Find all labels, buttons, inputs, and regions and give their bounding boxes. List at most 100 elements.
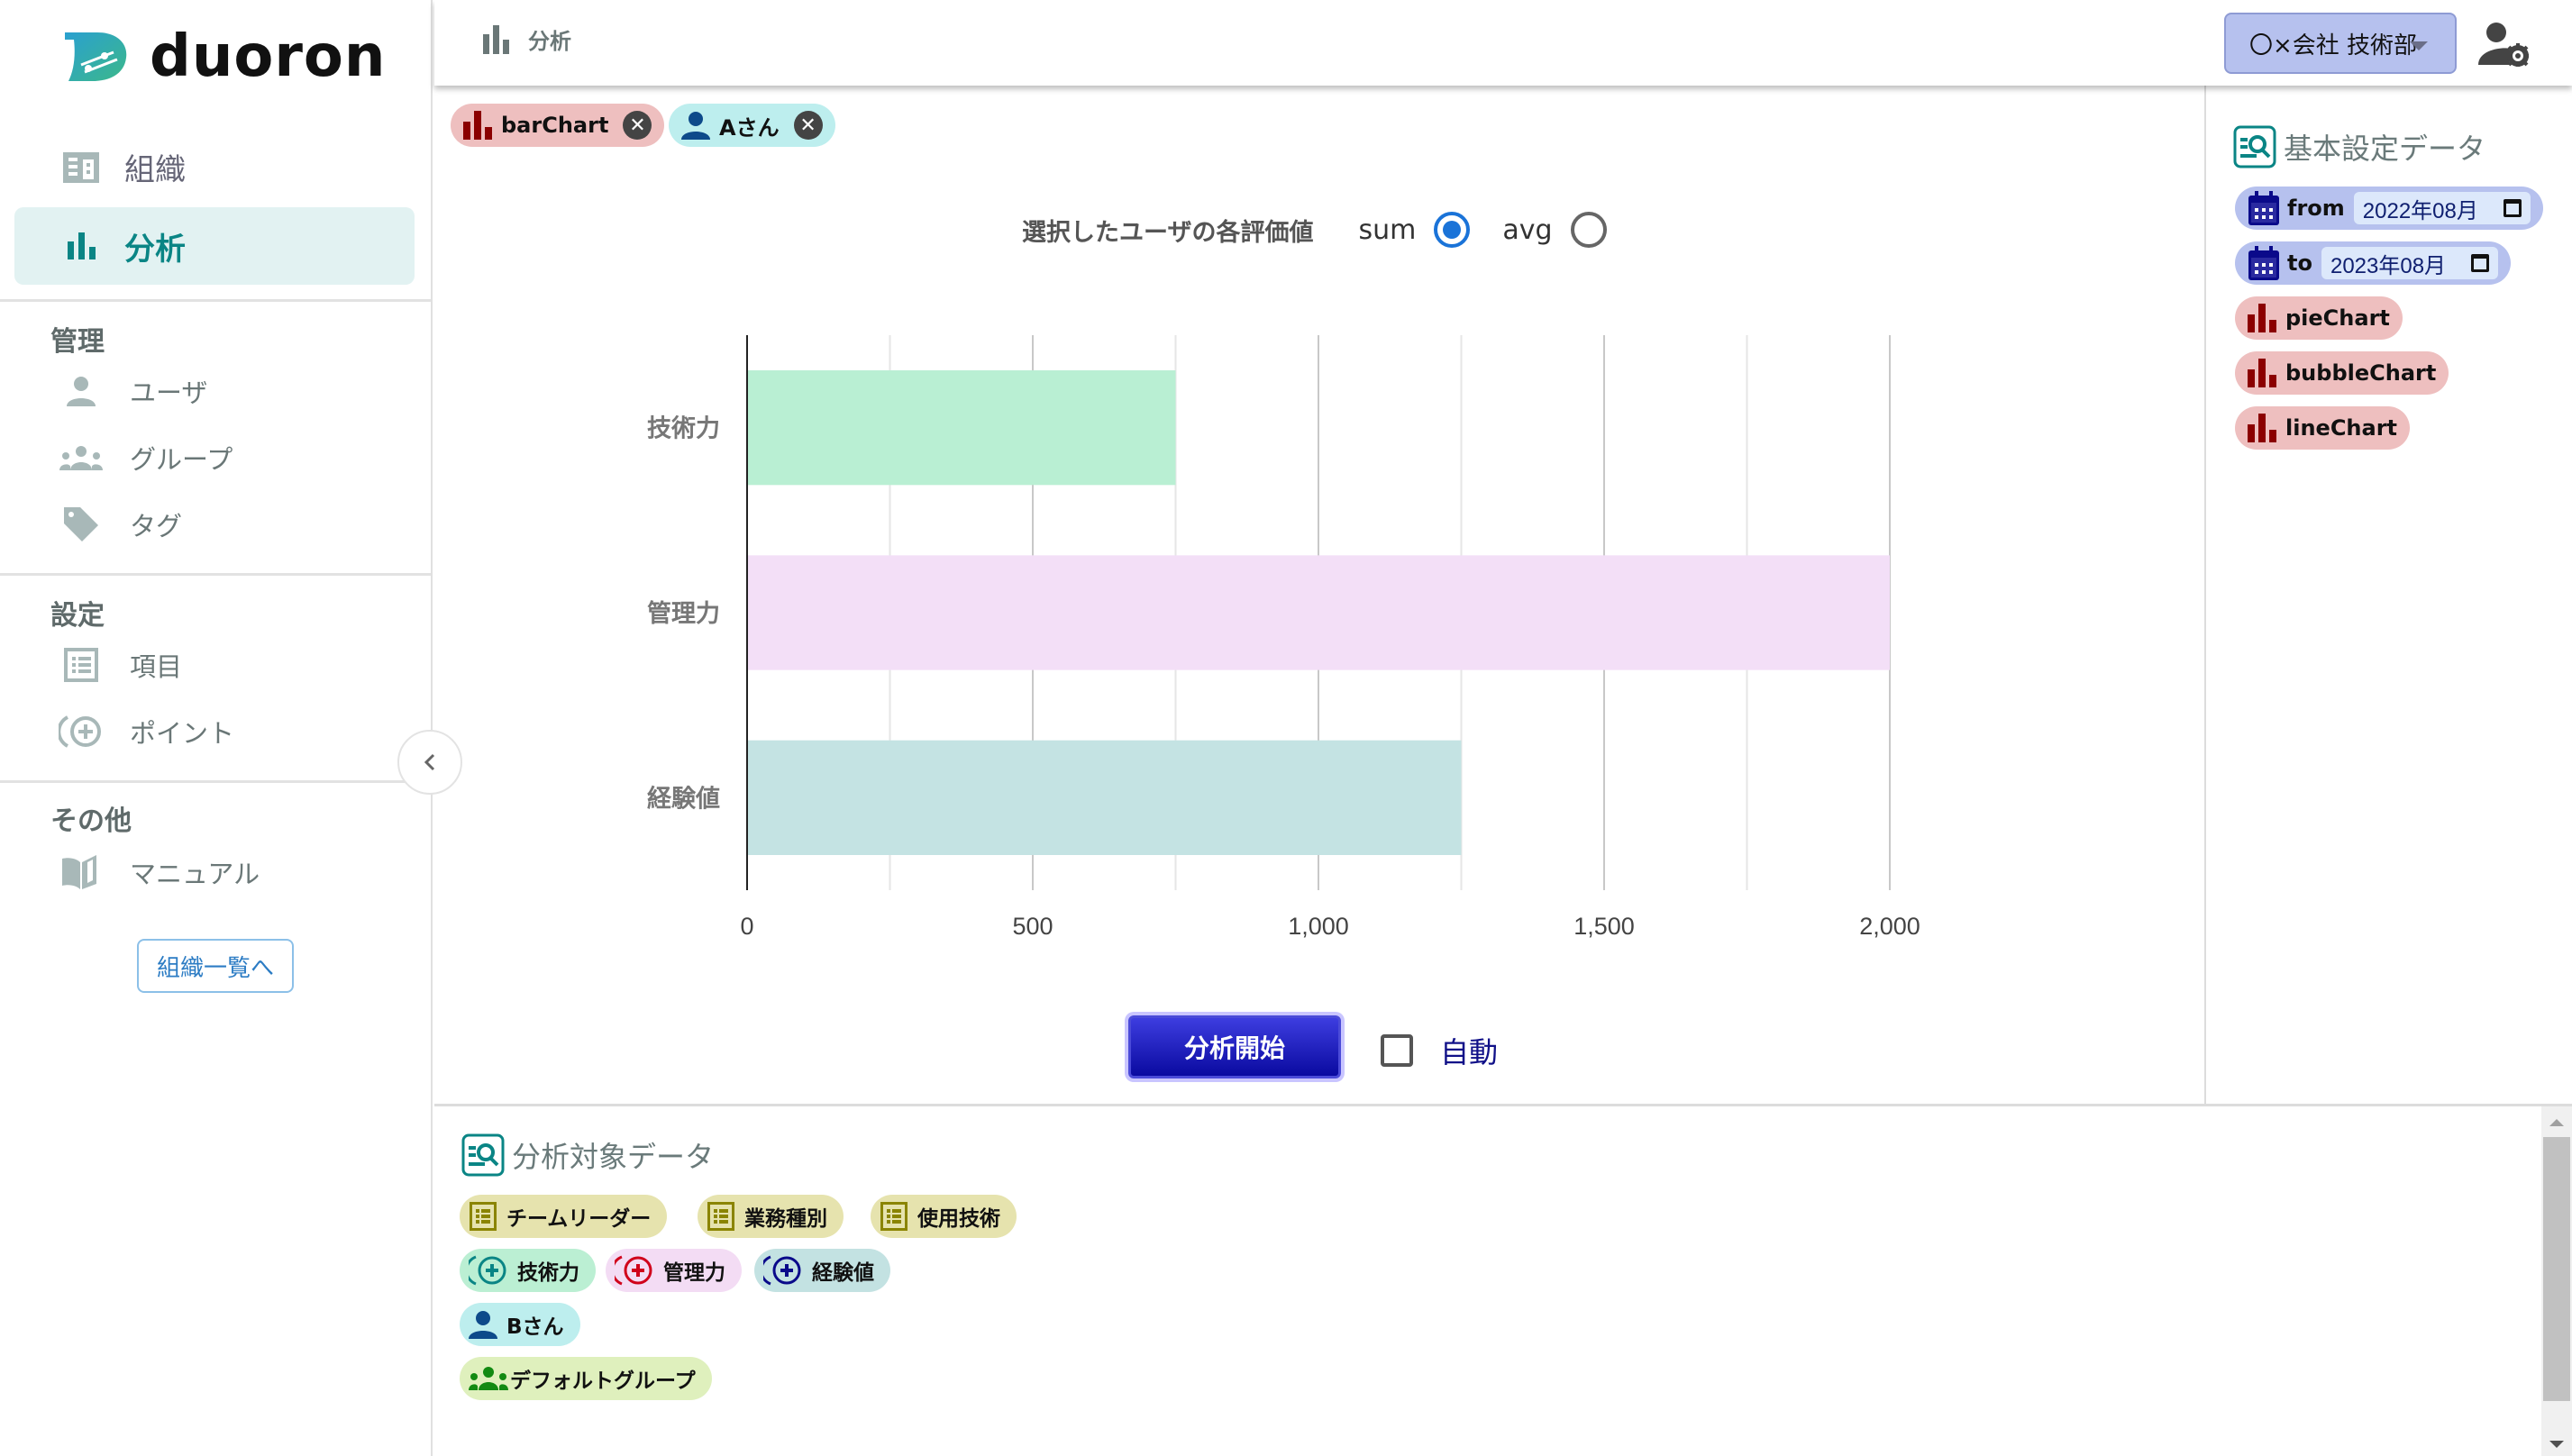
bar-0 [747, 370, 1176, 486]
duoron-logo-icon [65, 32, 127, 81]
data-search-icon [2233, 125, 2276, 168]
chart-chip-bubble[interactable]: bubbleChart [2235, 351, 2449, 395]
point-chip[interactable]: 技術力 [460, 1249, 596, 1292]
user-settings-icon[interactable] [2478, 22, 2529, 67]
bar-chart-icon [483, 24, 509, 54]
chip-label: pieChart [2285, 305, 2390, 331]
section-title-other: その他 [50, 805, 132, 837]
analysis-target-panel: 分析対象データ チームリーダー 業務種別 使用技術 技術力 管理力 経験値 Bさ… [434, 1104, 2572, 1456]
sidebar-item-groups[interactable]: グループ [54, 431, 233, 485]
data-search-icon [461, 1133, 505, 1177]
scrollbar-thumb[interactable] [2543, 1137, 2570, 1401]
chip-label: デフォルトグループ [510, 1370, 696, 1393]
point-chip[interactable]: 管理力 [606, 1249, 742, 1292]
item-chip[interactable]: チームリーダー [460, 1195, 668, 1238]
x-tick-label: 2,000 [1859, 913, 1920, 940]
vertical-scrollbar[interactable] [2541, 1106, 2572, 1456]
x-tick-label: 1,500 [1573, 913, 1635, 940]
sidebar-item-points[interactable]: ポイント [54, 705, 234, 759]
app-root: duoron 組織 分析 管理 ユーザ グループ タグ 設定 項目 ポイント そ… [0, 0, 2572, 1456]
page-title: 分析 [481, 23, 571, 55]
point-icon [54, 710, 108, 753]
panel-title: 基本設定データ [2233, 125, 2485, 168]
y-category-label: 経験値 [647, 784, 720, 813]
sidebar-item-label: タグ [130, 511, 183, 541]
sidebar-collapse-button[interactable] [397, 730, 462, 795]
user-chip[interactable]: Bさん [460, 1303, 580, 1346]
calendar-picker-icon[interactable] [2471, 254, 2490, 272]
x-tick-label: 500 [1012, 913, 1053, 940]
sidebar-item-organization[interactable]: 組織 [14, 128, 415, 205]
to-label: to [2287, 250, 2312, 276]
bar-chart-icon [61, 226, 101, 266]
bar-2 [747, 740, 1462, 855]
chip-label: チームリーダー [506, 1207, 652, 1231]
sidebar-item-label: 分析 [124, 231, 186, 268]
point-icon [763, 1255, 803, 1286]
bar-chart-icon [2248, 304, 2276, 332]
group-chip[interactable]: デフォルトグループ [460, 1357, 712, 1400]
org-list-button[interactable]: 組織一覧へ [137, 939, 294, 993]
sidebar-item-label: 項目 [130, 651, 183, 682]
chip-label: lineChart [2285, 415, 2398, 441]
scroll-down-arrow-icon[interactable] [2549, 1441, 2564, 1448]
chip-label: 使用技術 [917, 1207, 1000, 1231]
page-title-text: 分析 [528, 29, 571, 54]
list-icon [707, 1202, 735, 1231]
sidebar-item-tags[interactable]: タグ [54, 497, 182, 551]
tag-icon [54, 503, 108, 546]
sidebar-item-analysis[interactable]: 分析 [14, 207, 415, 285]
chip-label: 管理力 [663, 1261, 725, 1285]
chip-label: Bさん [506, 1315, 564, 1339]
group-icon [54, 436, 108, 479]
chart-chip-pie[interactable]: pieChart [2235, 296, 2403, 340]
list-icon [880, 1202, 908, 1231]
section-title-settings: 設定 [50, 600, 105, 632]
y-category-label: 技術力 [647, 415, 720, 443]
sidebar-item-fields[interactable]: 項目 [54, 638, 182, 692]
sidebar-item-label: ポイント [130, 718, 235, 749]
logo[interactable]: duoron [61, 23, 386, 90]
to-date-chip: to 2023年08月 [2235, 241, 2512, 285]
to-date-input[interactable]: 2023年08月 [2321, 247, 2499, 279]
from-date-input[interactable]: 2022年08月 [2353, 192, 2531, 224]
user-icon [54, 369, 108, 413]
divider [0, 780, 431, 783]
auto-label: 自動 [1440, 1035, 1499, 1069]
user-icon [469, 1310, 497, 1339]
start-analysis-button[interactable]: 分析開始 [1128, 1015, 1341, 1078]
list-icon [54, 643, 108, 687]
bar-chart-icon [2248, 414, 2276, 442]
chip-label: 業務種別 [744, 1207, 827, 1231]
scroll-up-arrow-icon[interactable] [2549, 1119, 2564, 1126]
checkbox-box[interactable] [1381, 1034, 1413, 1067]
panel-title-text: 基本設定データ [2284, 132, 2486, 166]
bar-1 [747, 555, 1890, 670]
auto-checkbox[interactable]: 自動 [1381, 1030, 1498, 1071]
item-chip[interactable]: 業務種別 [698, 1195, 844, 1238]
calendar-picker-icon[interactable] [2503, 199, 2522, 217]
item-chip[interactable]: 使用技術 [871, 1195, 1017, 1238]
bar-chart: 0 500 1,000 1,500 2,000 技術力 管理力 経験値 [434, 86, 2204, 1104]
x-tick-label: 0 [740, 913, 753, 940]
group-icon [469, 1364, 508, 1393]
point-icon [469, 1255, 508, 1286]
sidebar-item-manual[interactable]: マニュアル [54, 845, 260, 899]
from-date-value: 2022年08月 [2362, 198, 2478, 223]
panel-title: 分析対象データ [461, 1133, 714, 1177]
basic-settings-panel: 基本設定データ from 2022年08月 to 2023年08月 pieCha… [2204, 86, 2572, 1104]
from-label: from [2287, 196, 2345, 221]
book-icon [54, 851, 108, 894]
divider [0, 299, 431, 302]
bar-chart-svg: 0 500 1,000 1,500 2,000 技術力管理力経験値 [647, 335, 1920, 940]
sidebar-item-users[interactable]: ユーザ [54, 364, 207, 418]
point-chip[interactable]: 経験値 [754, 1249, 890, 1292]
chart-chip-line[interactable]: lineChart [2235, 406, 2411, 450]
organization-select[interactable]: 〇×会社 技術部 [2224, 13, 2457, 74]
x-tick-label: 1,000 [1288, 913, 1349, 940]
chip-label: 経験値 [812, 1261, 874, 1285]
sidebar: duoron 組織 分析 管理 ユーザ グループ タグ 設定 項目 ポイント そ… [0, 0, 433, 1456]
section-title-management: 管理 [50, 326, 105, 358]
sidebar-item-label: グループ [130, 444, 233, 475]
sidebar-item-label: マニュアル [130, 859, 260, 889]
